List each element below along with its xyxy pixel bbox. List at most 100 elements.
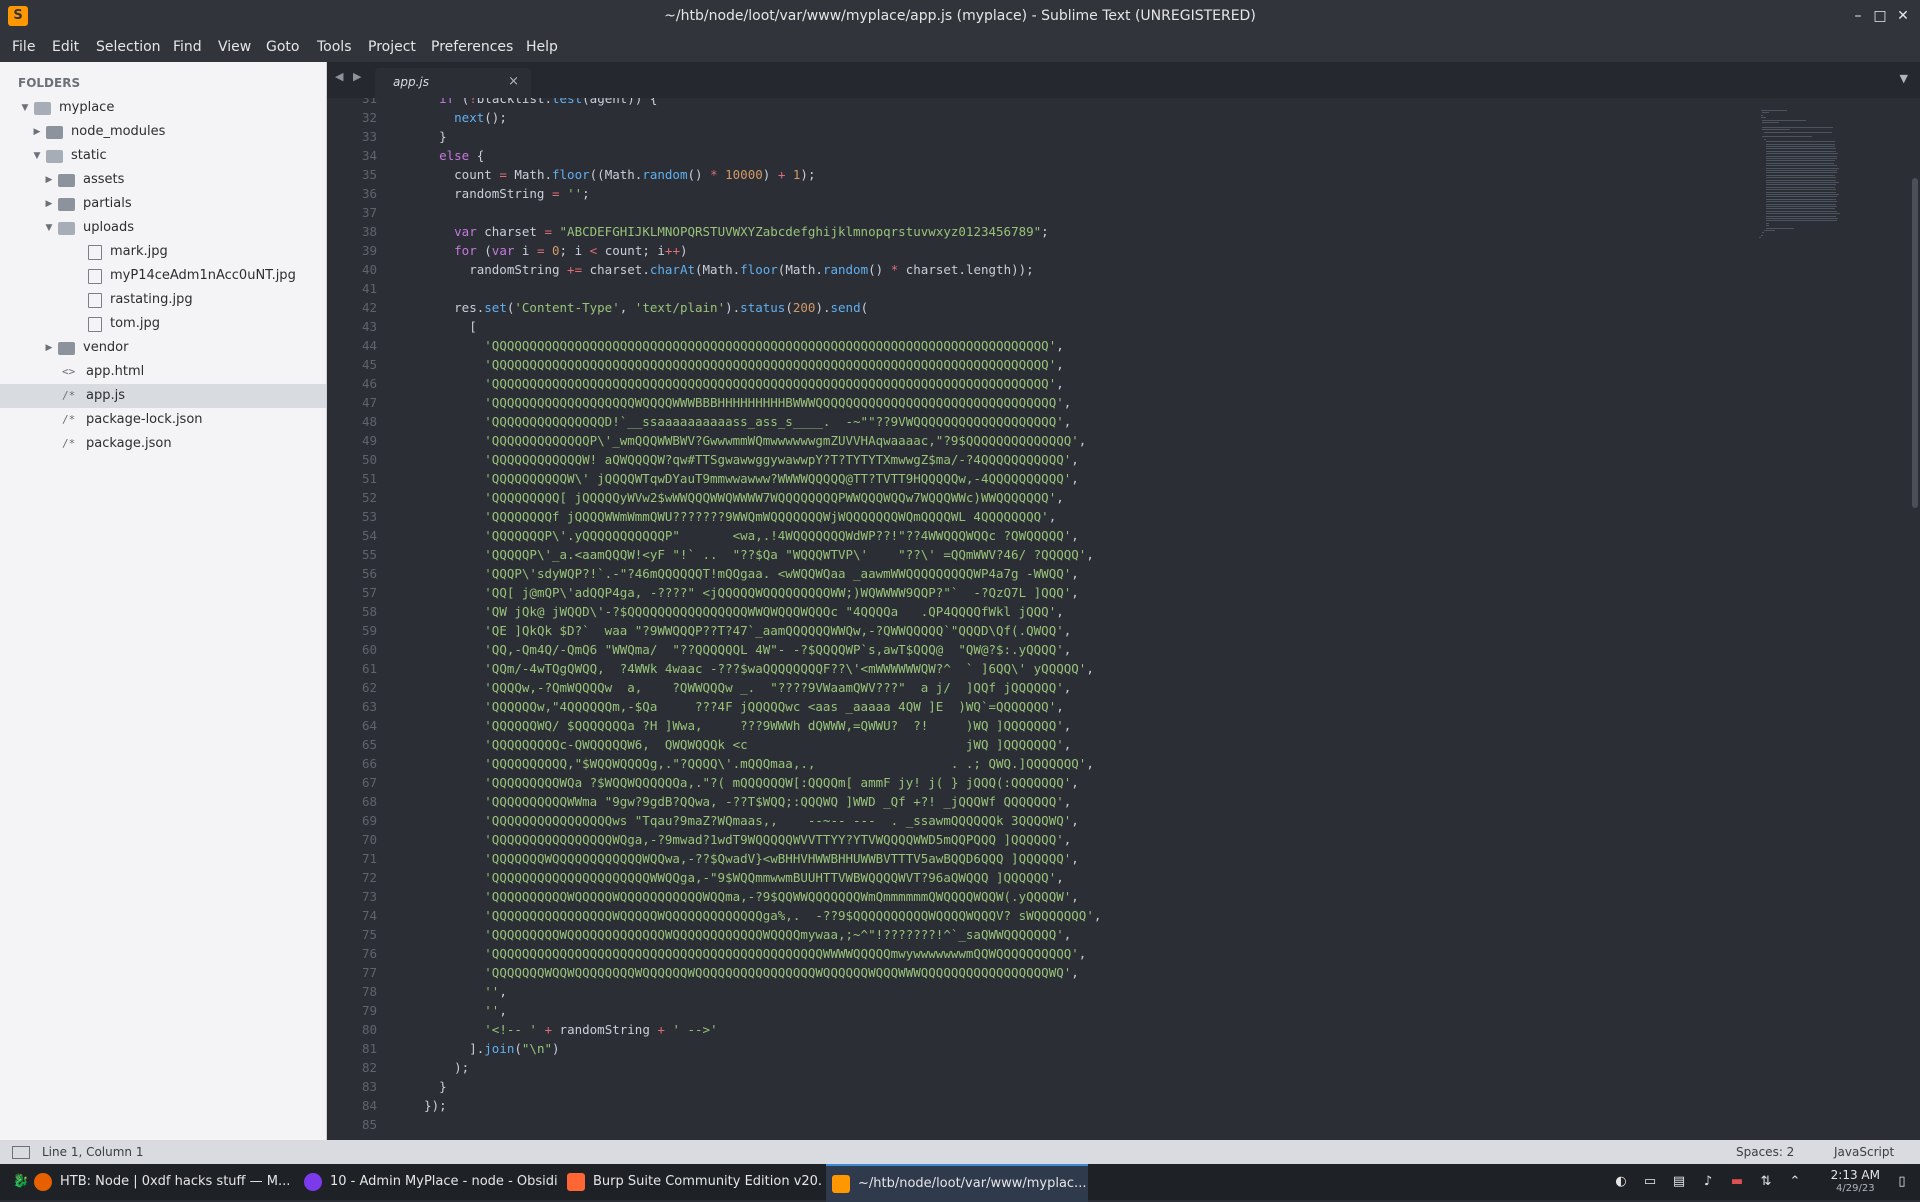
code-line[interactable]: count = Math.floor((Math.random() * 1000… <box>409 165 815 184</box>
tree-item-partials[interactable]: ▶ partials <box>0 192 326 216</box>
code-line[interactable]: next(); <box>409 108 507 127</box>
code-line[interactable]: 'QQQQQQQQQQQQQQQQQQQQQQQQQQQQQQQQQQQQQQQ… <box>409 355 1063 374</box>
tree-item-assets[interactable]: ▶ assets <box>0 168 326 192</box>
show-desktop-icon[interactable]: ▯ <box>1893 1173 1911 1191</box>
maximize-button[interactable]: □ <box>1870 6 1890 26</box>
menu-project[interactable]: Project <box>368 32 416 62</box>
code-line[interactable]: 'QQQQQQQQQQQQQQQQQQQWQQQQWWWBBBHHHHHHHHH… <box>409 393 1071 412</box>
code-line[interactable]: 'QQQQQQQQQQQQW! aQWQQQQW?qw#TTSgwawwggyw… <box>409 450 1079 469</box>
editor[interactable]: 31 32 33 34 35 36 37 38 39 40 41 42 43 44 45 46 47 48 49 50… <box>327 98 1920 1140</box>
code-line[interactable]: } <box>409 1077 447 1096</box>
menu-find[interactable]: Find <box>173 32 202 62</box>
code-line[interactable]: 'QQQQQQQQQQW\' jQQQQWTqwDYauT9mmwwawww?W… <box>409 469 1079 488</box>
code-line[interactable]: 'QQQQQQQWQQQQQQQQQQQQWQQwa,-??$QwadV}<wB… <box>409 849 1079 868</box>
code-line[interactable]: randomString += charset.charAt(Math.floo… <box>409 260 1033 279</box>
code-line[interactable]: var charset = "ABCDEFGHIJKLMNOPQRSTUVWXY… <box>409 222 1049 241</box>
menu-selection[interactable]: Selection <box>96 32 161 62</box>
code-line[interactable]: 'QQQP\'sdyWQP?!`.-"?46mQQQQQQT!mQQgaa. <… <box>409 564 1079 583</box>
tree-item-myplace[interactable]: ▼ myplace <box>0 96 326 120</box>
code-line[interactable]: }); <box>409 1096 447 1115</box>
code-line[interactable]: 'QQQQQQQQQQQQQQQD!`__ssaaaaaaaaaass_ass_… <box>409 412 1071 431</box>
tree-item-node-modules[interactable]: ▶ node_modules <box>0 120 326 144</box>
tree-item-tom-jpg[interactable]: tom.jpg <box>0 312 326 336</box>
tab-close-icon[interactable]: × <box>508 74 519 89</box>
code-line[interactable]: '', <box>409 982 507 1001</box>
code-line[interactable]: 'QQQQQQQQQQ,"$WQQWQQQQg,."?QQQQ\'.mQQQma… <box>409 754 1094 773</box>
collapsed-arrow-icon[interactable]: ▶ <box>44 168 54 192</box>
update-tray-icon[interactable]: ◐ <box>1612 1173 1630 1191</box>
code-line[interactable]: 'QW jQk@ jWQQD\'-?$QQQQQQQQQQQQQQQQWWQWQ… <box>409 602 1063 621</box>
code-line[interactable]: 'QQQQQQQQQQQQQQQQws "Tqau?9maZ?WQmaas,, … <box>409 811 1079 830</box>
collapsed-arrow-icon[interactable]: ▶ <box>32 120 42 144</box>
menu-edit[interactable]: Edit <box>52 32 79 62</box>
tree-item-myp14ceadm1nacc0unt-jpg[interactable]: myP14ceAdm1nAcc0uNT.jpg <box>0 264 326 288</box>
code-line[interactable]: 'QQQQQQQWQQWQQQQQQQQWQQQQQQWQQQQQQQQQQQQ… <box>409 963 1079 982</box>
code-line[interactable]: ].join("\n") <box>409 1039 559 1058</box>
code-line[interactable]: 'QQ,-Qm4Q/-QmQ6 "WWQma/ "??QQQQQQL 4W"- … <box>409 640 1071 659</box>
vertical-scrollbar[interactable] <box>1912 178 1918 508</box>
code-line[interactable]: 'QQQQQQQQQ[ jQQQQQyWVw2$wWWQQQWWQWWWW7WQ… <box>409 488 1063 507</box>
tree-item-static[interactable]: ▼ static <box>0 144 326 168</box>
syntax-selector[interactable]: JavaScript <box>1834 1140 1894 1164</box>
code-line[interactable]: } <box>409 127 447 146</box>
code-line[interactable]: '<!-- ' + randomString + ' -->' <box>409 1020 717 1039</box>
minimize-button[interactable]: – <box>1848 6 1868 26</box>
menu-help[interactable]: Help <box>526 32 558 62</box>
code-line[interactable]: 'QQQQQQQQQQQQQQQQQQQQQQQQQQQQQQQQQQQQQQQ… <box>409 944 1086 963</box>
task-obsidian[interactable]: 10 - Admin MyPlace - node - Obsidi... <box>304 1164 559 1200</box>
tree-item-app-js[interactable]: /* app.js <box>0 384 326 408</box>
tree-item-vendor[interactable]: ▶ vendor <box>0 336 326 360</box>
tree-item-rastating-jpg[interactable]: rastating.jpg <box>0 288 326 312</box>
code-line[interactable]: 'QQQQQQWQ/ $QQQQQQQa ?H ]Wwa, ???9WWWh d… <box>409 716 1071 735</box>
terminal-tray-icon[interactable]: ▭ <box>1641 1173 1659 1191</box>
tree-item-mark-jpg[interactable]: mark.jpg <box>0 240 326 264</box>
task-sublime[interactable]: ~/htb/node/loot/var/www/myplac... <box>826 1164 1088 1202</box>
expanded-arrow-icon[interactable]: ▼ <box>44 216 54 240</box>
kali-menu-icon[interactable]: 🐉 <box>12 1173 30 1191</box>
code-line[interactable]: 'QQQQQQw,"4QQQQQQm,-$Qa ???4F jQQQQQwc <… <box>409 697 1063 716</box>
tab-app-js[interactable]: app.js × <box>375 68 531 98</box>
menu-file[interactable]: File <box>12 32 35 62</box>
code-line[interactable]: 'QQQQQQQQQQQQQQQQWQga,-?9mwad?1wdT9WQQQQ… <box>409 830 1071 849</box>
tab-dropdown-icon[interactable]: ▼ <box>1900 72 1908 85</box>
code-line[interactable]: randomString = ''; <box>409 184 590 203</box>
tray-expand-icon[interactable]: ⌃ <box>1786 1173 1804 1191</box>
code-line[interactable]: 'QQQQQQQQQQWWma "9gw?9gdB?QQwa, -??T$WQQ… <box>409 792 1071 811</box>
code-line[interactable]: else { <box>409 146 484 165</box>
code-line[interactable]: 'QQQQQQQQQQQQQQQQQQQQQQQQQQQQQQQQQQQQQQQ… <box>409 336 1063 355</box>
tab-nav-arrows[interactable]: ◀ ▶ <box>335 70 364 83</box>
indentation-setting[interactable]: Spaces: 2 <box>1736 1140 1794 1164</box>
tree-item-package-lock-json[interactable]: /* package-lock.json <box>0 408 326 432</box>
expanded-arrow-icon[interactable]: ▼ <box>20 96 30 120</box>
code-line[interactable]: 'QQQQQQQQQWQa ?$WQQWQQQQQQa,."?( mQQQQQQ… <box>409 773 1079 792</box>
close-window-button[interactable]: ✕ <box>1893 6 1913 26</box>
code-line[interactable]: if (!blacklist.test(agent)) { <box>409 98 657 108</box>
code-line[interactable]: '', <box>409 1001 507 1020</box>
code-line[interactable]: 'QQ[ j@mQP\'adQQP4ga, -????" <jQQQQQWQQQ… <box>409 583 1079 602</box>
code-line[interactable]: 'QQQQQQQQQQQQQQQQQQQQQWWQQga,-"9$WQQmmww… <box>409 868 1063 887</box>
code-line[interactable]: 'QQQQQQQQQc-QWQQQQQW6, QWQWQQQk <c jWQ ]… <box>409 735 1071 754</box>
clipboard-tray-icon[interactable]: ▤ <box>1670 1173 1688 1191</box>
battery-tray-icon[interactable]: ▬ <box>1728 1173 1746 1191</box>
code-line[interactable]: 'QE ]QkQk $D?` waa "?9WWQQQP??T?47`_aamQ… <box>409 621 1071 640</box>
panel-toggle-icon[interactable] <box>12 1146 30 1159</box>
code-line[interactable]: 'QQQQQQQP\'.yQQQQQQQQQQQP" <wa,.!4WQQQQQ… <box>409 526 1079 545</box>
code-line[interactable]: 'QQQQQQQQQQQQQQQQQQQQQQQQQQQQQQQQQQQQQQQ… <box>409 374 1063 393</box>
code-line[interactable]: res.set('Content-Type', 'text/plain').st… <box>409 298 868 317</box>
code-line[interactable]: 'QQQQQP\'_a.<aamQQQW!<yF "!` .. "??$Qa "… <box>409 545 1094 564</box>
task-burp[interactable]: Burp Suite Community Edition v20... <box>567 1164 822 1200</box>
collapsed-arrow-icon[interactable]: ▶ <box>44 192 54 216</box>
volume-tray-icon[interactable]: ♪ <box>1699 1173 1717 1191</box>
tree-item-uploads[interactable]: ▼ uploads <box>0 216 326 240</box>
code-line[interactable]: 'QQm/-4wTQgQWQQ, ?4WWk 4waac -???$waQQQQ… <box>409 659 1094 678</box>
code-line[interactable]: 'QQQQQQQQQQWQQQQQWQQQQQQQQQQQWQQma,-?9$Q… <box>409 887 1079 906</box>
code-line[interactable]: 'QQQQQQQQQQQQQP\'_wmQQQWWBWV?GwwwmmWQmww… <box>409 431 1086 450</box>
code-line[interactable]: [ <box>409 317 477 336</box>
menu-goto[interactable]: Goto <box>266 32 299 62</box>
menu-preferences[interactable]: Preferences <box>431 32 513 62</box>
clock[interactable]: 2:13 AM 4/29/23 <box>1831 1168 1880 1196</box>
expanded-arrow-icon[interactable]: ▼ <box>32 144 42 168</box>
code-line[interactable]: 'QQQQQQQQf jQQQQWWmWmmQWU???????9WWQmWQQ… <box>409 507 1056 526</box>
code-line[interactable]: 'QQQQQQQQQQQQQQQQWQQQQQWQQQQQQQQQQQQQga%… <box>409 906 1101 925</box>
network-tray-icon[interactable]: ⇅ <box>1757 1173 1775 1191</box>
